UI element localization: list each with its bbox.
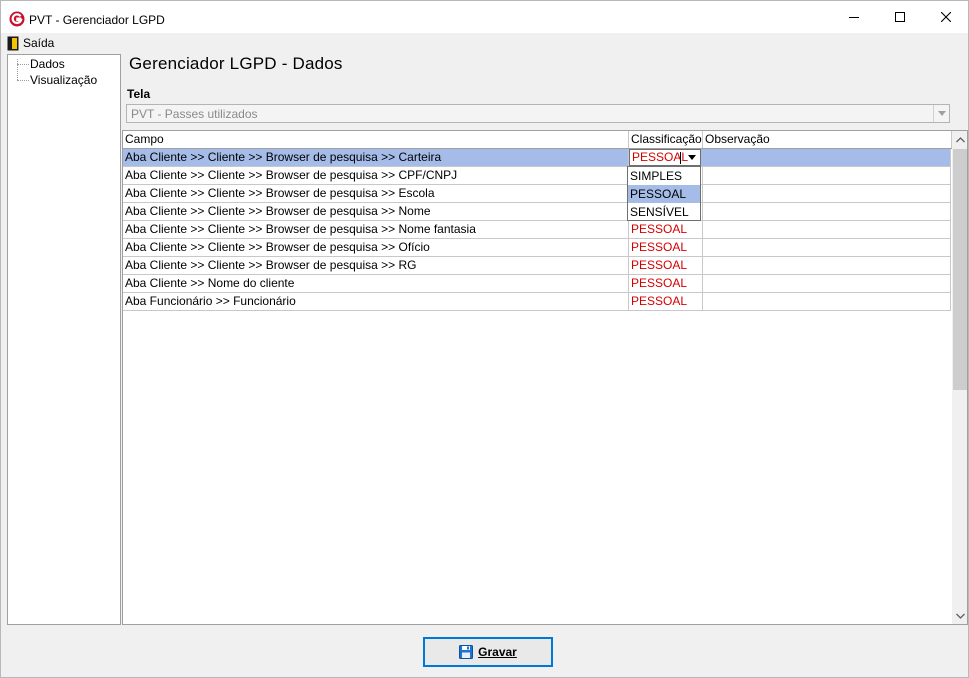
- table-row[interactable]: Aba Cliente >> Nome do cliente PESSOAL: [123, 275, 951, 293]
- cell-campo[interactable]: Aba Funcionário >> Funcionário: [123, 293, 629, 310]
- menu-exit[interactable]: Saída: [7, 35, 54, 51]
- close-button[interactable]: [923, 1, 969, 33]
- dropdown-option-sensivel[interactable]: SENSÍVEL: [628, 203, 700, 221]
- scroll-up-button[interactable]: [952, 131, 967, 148]
- cell-classificacao[interactable]: PESSOAL: [629, 239, 703, 256]
- cell-observacao[interactable]: [703, 167, 951, 184]
- menu-exit-label: Saída: [23, 36, 55, 50]
- screen-field-label: Tela: [127, 87, 151, 101]
- screen-select[interactable]: PVT - Passes utilizados: [126, 104, 950, 123]
- chevron-down-icon: [955, 613, 965, 619]
- scroll-thumb[interactable]: [953, 149, 967, 390]
- cell-observacao[interactable]: [703, 293, 951, 310]
- table-row[interactable]: Aba Cliente >> Cliente >> Browser de pes…: [123, 257, 951, 275]
- cell-observacao[interactable]: [703, 257, 951, 274]
- classification-dropdown-button[interactable]: [683, 150, 700, 165]
- grid-header: Campo Classificação Observação: [123, 131, 952, 149]
- maximize-button[interactable]: [877, 1, 923, 33]
- table-row[interactable]: Aba Cliente >> Cliente >> Browser de pes…: [123, 203, 951, 221]
- window-title: PVT - Gerenciador LGPD: [29, 13, 165, 27]
- cell-campo[interactable]: Aba Cliente >> Cliente >> Browser de pes…: [123, 257, 629, 274]
- fields-grid: Campo Classificação Observação Aba Clien…: [122, 130, 968, 625]
- tree-item-visualizacao[interactable]: Visualização: [8, 72, 120, 88]
- table-row[interactable]: Aba Cliente >> Cliente >> Browser de pes…: [123, 149, 951, 167]
- column-header-classificacao[interactable]: Classificação: [629, 131, 703, 148]
- app-window: PVT - Gerenciador LGPD Saída Dados Visua…: [0, 0, 969, 678]
- column-header-campo[interactable]: Campo: [123, 131, 629, 148]
- cell-campo[interactable]: Aba Cliente >> Cliente >> Browser de pes…: [123, 221, 629, 238]
- tree-item-label: Visualização: [30, 73, 98, 87]
- cell-observacao[interactable]: [703, 203, 951, 220]
- classification-editor[interactable]: PESSOAL: [629, 149, 701, 166]
- tree-branch: [17, 64, 29, 65]
- classification-dropdown-list: SIMPLES PESSOAL SENSÍVEL: [627, 166, 701, 221]
- cell-campo[interactable]: Aba Cliente >> Cliente >> Browser de pes…: [123, 167, 629, 184]
- cell-classificacao[interactable]: PESSOAL: [629, 275, 703, 292]
- menu-bar: Saída: [1, 34, 968, 52]
- minimize-icon: [849, 17, 859, 18]
- page-title: Gerenciador LGPD - Dados: [129, 54, 343, 73]
- grid-vertical-scrollbar[interactable]: [952, 131, 967, 624]
- table-row[interactable]: Aba Cliente >> Cliente >> Browser de pes…: [123, 221, 951, 239]
- close-icon: [941, 12, 951, 22]
- cell-campo[interactable]: Aba Cliente >> Cliente >> Browser de pes…: [123, 185, 629, 202]
- table-row[interactable]: Aba Cliente >> Cliente >> Browser de pes…: [123, 185, 951, 203]
- tree-item-label: Dados: [30, 57, 65, 71]
- tree-item-dados[interactable]: Dados: [8, 56, 120, 72]
- navigation-tree: Dados Visualização: [7, 54, 121, 625]
- cell-campo[interactable]: Aba Cliente >> Nome do cliente: [123, 275, 629, 292]
- chevron-down-icon: [687, 155, 696, 160]
- cell-observacao[interactable]: [703, 185, 951, 202]
- maximize-icon: [895, 12, 905, 22]
- cell-observacao[interactable]: [703, 149, 951, 166]
- title-bar: PVT - Gerenciador LGPD: [1, 1, 968, 33]
- cell-classificacao[interactable]: PESSOAL: [629, 257, 703, 274]
- dropdown-option-simples[interactable]: SIMPLES: [628, 167, 700, 185]
- column-header-observacao[interactable]: Observação: [703, 131, 952, 148]
- cell-classificacao[interactable]: PESSOAL: [629, 221, 703, 238]
- save-button[interactable]: Gravar: [423, 637, 553, 667]
- save-button-label: Gravar: [478, 645, 517, 659]
- cell-classificacao[interactable]: PESSOAL: [629, 293, 703, 310]
- table-row[interactable]: Aba Cliente >> Cliente >> Browser de pes…: [123, 239, 951, 257]
- app-logo-icon: [9, 11, 25, 27]
- cell-observacao[interactable]: [703, 221, 951, 238]
- cell-observacao[interactable]: [703, 275, 951, 292]
- minimize-button[interactable]: [831, 1, 877, 33]
- dropdown-option-pessoal[interactable]: PESSOAL: [628, 185, 700, 203]
- text-caret: [680, 152, 681, 164]
- tree-branch: [17, 80, 29, 81]
- table-row[interactable]: Aba Cliente >> Cliente >> Browser de pes…: [123, 167, 951, 185]
- cell-campo[interactable]: Aba Cliente >> Cliente >> Browser de pes…: [123, 203, 629, 220]
- cell-campo[interactable]: Aba Cliente >> Cliente >> Browser de pes…: [123, 239, 629, 256]
- screen-select-value: PVT - Passes utilizados: [131, 107, 258, 121]
- table-row[interactable]: Aba Funcionário >> Funcionário PESSOAL: [123, 293, 951, 311]
- screen-select-dropdown-button[interactable]: [933, 105, 949, 122]
- floppy-disk-icon: [459, 645, 474, 659]
- exit-door-icon: [7, 36, 19, 50]
- cell-campo[interactable]: Aba Cliente >> Cliente >> Browser de pes…: [123, 149, 629, 166]
- chevron-down-icon: [937, 111, 946, 116]
- scroll-down-button[interactable]: [952, 607, 967, 624]
- cell-observacao[interactable]: [703, 239, 951, 256]
- chevron-up-icon: [955, 136, 965, 142]
